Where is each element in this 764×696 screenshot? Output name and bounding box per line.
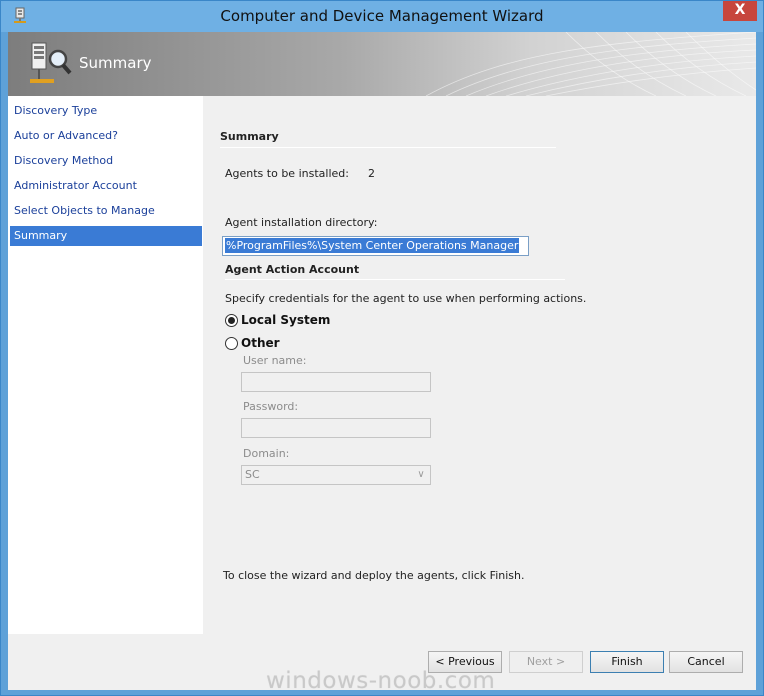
install-directory-input[interactable]: %ProgramFiles%\System Center Operations … <box>222 236 529 256</box>
sidebar-item-summary[interactable]: Summary <box>10 226 202 246</box>
close-button[interactable]: X <box>723 1 757 21</box>
other-label[interactable]: Other <box>241 336 280 350</box>
watermark-text: windows-noob.com <box>266 668 496 694</box>
password-input[interactable] <box>241 418 431 438</box>
window-title: Computer and Device Management Wizard <box>220 7 544 25</box>
header-decoration <box>426 32 756 96</box>
sidebar-item-discovery-method[interactable]: Discovery Method <box>10 151 202 171</box>
finish-button[interactable]: Finish <box>590 651 664 673</box>
wizard-window: Computer and Device Management Wizard X <box>0 0 764 696</box>
wizard-steps-sidebar: Discovery Type Auto or Advanced? Discove… <box>8 96 203 634</box>
summary-divider <box>220 147 556 148</box>
install-directory-value: %ProgramFiles%\System Center Operations … <box>225 238 520 253</box>
domain-select[interactable]: SC ∨ <box>241 465 431 485</box>
agents-count-value: 2 <box>368 167 375 180</box>
install-directory-label: Agent installation directory: <box>225 216 378 229</box>
other-radio[interactable] <box>225 337 238 350</box>
user-name-input[interactable] <box>241 372 431 392</box>
summary-section-title: Summary <box>220 130 279 143</box>
summary-panel: Summary Agents to be installed: 2 Agent … <box>203 96 756 634</box>
action-account-description: Specify credentials for the agent to use… <box>225 292 587 305</box>
wizard-header: Summary <box>8 32 756 96</box>
password-label: Password: <box>243 400 299 413</box>
action-account-section-title: Agent Action Account <box>225 263 360 276</box>
server-search-icon <box>30 42 72 83</box>
user-name-label: User name: <box>243 354 307 367</box>
domain-label: Domain: <box>243 447 290 460</box>
sidebar-item-administrator-account[interactable]: Administrator Account <box>10 176 202 196</box>
local-system-radio[interactable] <box>225 314 238 327</box>
cancel-button[interactable]: Cancel <box>669 651 743 673</box>
sidebar-item-auto-or-advanced[interactable]: Auto or Advanced? <box>10 126 202 146</box>
wizard-content: Discovery Type Auto or Advanced? Discove… <box>8 96 756 634</box>
title-bar[interactable]: Computer and Device Management Wizard X <box>1 1 763 32</box>
chevron-down-icon[interactable]: ∨ <box>412 466 430 484</box>
agents-count-label: Agents to be installed: <box>225 167 349 180</box>
page-header-title: Summary <box>79 54 152 72</box>
action-account-divider <box>225 279 565 280</box>
domain-value: SC <box>245 468 260 481</box>
finish-instruction-text: To close the wizard and deploy the agent… <box>223 569 525 582</box>
sidebar-item-discovery-type[interactable]: Discovery Type <box>10 101 202 121</box>
local-system-label[interactable]: Local System <box>241 313 330 327</box>
next-button[interactable]: Next > <box>509 651 583 673</box>
sidebar-item-select-objects[interactable]: Select Objects to Manage <box>10 201 202 221</box>
